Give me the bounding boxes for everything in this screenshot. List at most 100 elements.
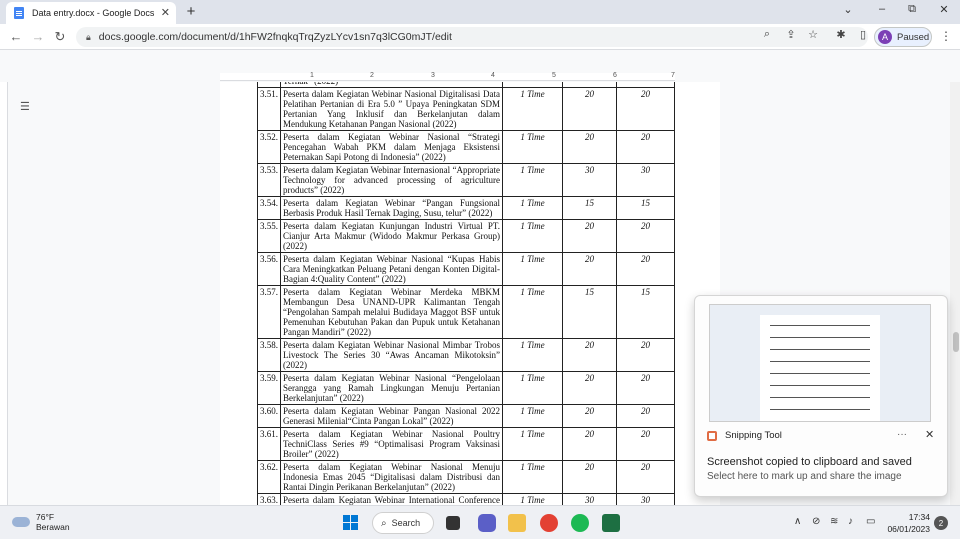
table-row: 3.58. Peserta dalam Kegiatan Webinar Nasi… bbox=[257, 338, 675, 372]
table-row: 3.62. Peserta dalam Kegiatan Webinar Nasi… bbox=[257, 460, 675, 494]
lock-icon[interactable]: 🔒︎ bbox=[86, 32, 91, 43]
excel-icon[interactable] bbox=[602, 514, 620, 532]
table-row: 3.56. Peserta dalam Kegiatan Webinar Nasi… bbox=[257, 252, 675, 286]
row-frequency: 1 Time bbox=[502, 404, 563, 428]
scrollbar[interactable] bbox=[950, 82, 960, 505]
tab-strip: Data entry.docx - Google Docs ✕ + ⌄ – ⧉ … bbox=[0, 0, 960, 24]
browser-tab[interactable]: Data entry.docx - Google Docs ✕ bbox=[6, 2, 176, 24]
toast-close-icon[interactable]: ✕ bbox=[925, 428, 934, 441]
row-score: 20 bbox=[616, 252, 675, 286]
ruler-mark: 2 bbox=[370, 72, 374, 79]
row-description: Peserta dalam Kegiatan Webinar Nasional … bbox=[280, 87, 503, 131]
row-frequency: 1 Time bbox=[502, 130, 563, 164]
row-frequency: 1 Time bbox=[502, 285, 563, 339]
avatar: A bbox=[878, 30, 892, 44]
extensions-icon[interactable]: ✱ bbox=[834, 28, 848, 41]
more-options-icon[interactable]: ··· bbox=[897, 429, 907, 440]
row-value: 20 bbox=[562, 460, 617, 494]
row-number: 3.61. bbox=[257, 427, 281, 461]
volume-icon[interactable]: ♪ bbox=[848, 516, 853, 527]
row-score: 20 bbox=[616, 404, 675, 428]
row-description: Peserta dalam Kegiatan Webinar Nasional … bbox=[280, 427, 503, 461]
row-number: 3.57. bbox=[257, 285, 281, 339]
tab-close-icon[interactable]: ✕ bbox=[161, 6, 170, 19]
profile-button[interactable]: A Paused bbox=[874, 27, 932, 47]
show-hidden-icons[interactable]: ∧ bbox=[794, 516, 801, 527]
row-frequency: 1 Time bbox=[502, 219, 563, 253]
snipping-tool-notification[interactable]: Snipping Tool ··· ✕ Screenshot copied to… bbox=[694, 295, 948, 497]
row-value: 30 bbox=[562, 163, 617, 197]
share-icon[interactable]: ⇪ bbox=[784, 28, 798, 41]
table-row: 3.53. Peserta dalam Kegiatan Webinar Inte… bbox=[257, 163, 675, 197]
minimize-button[interactable]: – bbox=[872, 3, 892, 15]
battery-icon[interactable]: ▭ bbox=[866, 516, 875, 527]
row-value: 15 bbox=[562, 196, 617, 220]
menu-icon[interactable]: ⋮ bbox=[940, 29, 952, 43]
cloud-icon bbox=[12, 517, 30, 527]
ruler-mark: 5 bbox=[552, 72, 556, 79]
horizontal-ruler[interactable]: 1 2 3 4 5 6 7 bbox=[0, 72, 960, 82]
row-score: 15 bbox=[616, 285, 675, 339]
forward-icon[interactable]: → bbox=[30, 29, 46, 44]
taskbar-search[interactable]: ⌕ Search bbox=[372, 512, 434, 534]
vertical-ruler[interactable] bbox=[0, 82, 8, 505]
bookmark-star-icon[interactable]: ☆ bbox=[806, 28, 820, 41]
screenshot-thumbnail[interactable] bbox=[709, 304, 931, 422]
document-page[interactable]: Ternak” (2022)3.51.Peserta dalam Kegiata… bbox=[220, 82, 720, 505]
weather-widget[interactable]: 76°F Berawan bbox=[12, 512, 70, 532]
weather-condition: Berawan bbox=[36, 522, 70, 532]
task-view-icon[interactable] bbox=[446, 516, 460, 530]
row-frequency: 1 Time bbox=[502, 87, 563, 131]
row-value: 30 bbox=[562, 493, 617, 505]
row-score: 30 bbox=[616, 163, 675, 197]
table-row: 3.57. Peserta dalam Kegiatan Webinar Merd… bbox=[257, 285, 675, 339]
row-number: 3.55. bbox=[257, 219, 281, 253]
ruler-mark: 6 bbox=[613, 72, 617, 79]
ruler-mark: 3 bbox=[431, 72, 435, 79]
row-description: Peserta dalam Kegiatan Webinar Merdeka M… bbox=[280, 285, 503, 339]
network-status-icon[interactable]: ⊘ bbox=[812, 516, 820, 527]
maximize-button[interactable]: ⧉ bbox=[902, 3, 922, 16]
row-frequency: 1 Time bbox=[502, 196, 563, 220]
row-description: Peserta dalam Kegiatan Webinar Internati… bbox=[280, 493, 503, 505]
new-tab-button[interactable]: + bbox=[182, 3, 200, 20]
row-description: Peserta dalam Kegiatan Webinar Nasional … bbox=[280, 460, 503, 494]
document-outline-icon[interactable]: ☰ bbox=[20, 100, 32, 113]
table-row: 3.63. Peserta dalam Kegiatan Webinar Inte… bbox=[257, 493, 675, 505]
address-bar[interactable]: 🔒︎ docs.google.com/document/d/1hFW2fnqkq… bbox=[76, 27, 868, 47]
tab-search-icon[interactable]: ⌄ bbox=[838, 3, 858, 16]
toolbar: ← → ↻ 🔒︎ docs.google.com/document/d/1hFW… bbox=[0, 24, 960, 50]
spotify-icon[interactable] bbox=[571, 514, 589, 532]
system-clock[interactable]: 17:34 06/01/2023 bbox=[882, 511, 930, 535]
snipping-tool-icon bbox=[707, 430, 717, 441]
row-description: Peserta dalam Kegiatan Webinar Internasi… bbox=[280, 163, 503, 197]
row-score: 20 bbox=[616, 87, 675, 131]
row-value: 20 bbox=[562, 219, 617, 253]
row-description: Peserta dalam Kegiatan Kunjungan Industr… bbox=[280, 219, 503, 253]
row-value: 20 bbox=[562, 252, 617, 286]
file-explorer-icon[interactable] bbox=[508, 514, 526, 532]
wifi-icon[interactable]: ≋ bbox=[830, 516, 838, 527]
row-frequency: 1 Time bbox=[502, 338, 563, 372]
notification-badge[interactable]: 2 bbox=[934, 516, 948, 530]
back-icon[interactable]: ← bbox=[8, 29, 24, 44]
row-value: 20 bbox=[562, 404, 617, 428]
row-score: 20 bbox=[616, 427, 675, 461]
scrollbar-thumb[interactable] bbox=[953, 332, 959, 352]
table-row: 3.54. Peserta dalam Kegiatan Webinar “Pan… bbox=[257, 196, 675, 220]
chat-icon[interactable] bbox=[478, 514, 496, 532]
window-close-button[interactable]: ✕ bbox=[934, 3, 954, 16]
row-value: 20 bbox=[562, 427, 617, 461]
chrome-icon[interactable] bbox=[540, 514, 558, 532]
search-label: Search bbox=[391, 518, 421, 528]
zoom-icon[interactable]: ⌕ bbox=[760, 28, 774, 41]
tab-title: Data entry.docx - Google Docs bbox=[32, 8, 155, 18]
side-panel-icon[interactable]: ▯ bbox=[856, 28, 870, 41]
row-number: 3.62. bbox=[257, 460, 281, 494]
reload-icon[interactable]: ↻ bbox=[52, 29, 68, 45]
row-description: Peserta dalam Kegiatan Webinar Pangan Na… bbox=[280, 404, 503, 428]
row-number: 3.63. bbox=[257, 493, 281, 505]
start-button[interactable] bbox=[342, 514, 360, 532]
row-description: Peserta dalam Kegiatan Webinar Nasional … bbox=[280, 338, 503, 372]
row-frequency: 1 Time bbox=[502, 427, 563, 461]
